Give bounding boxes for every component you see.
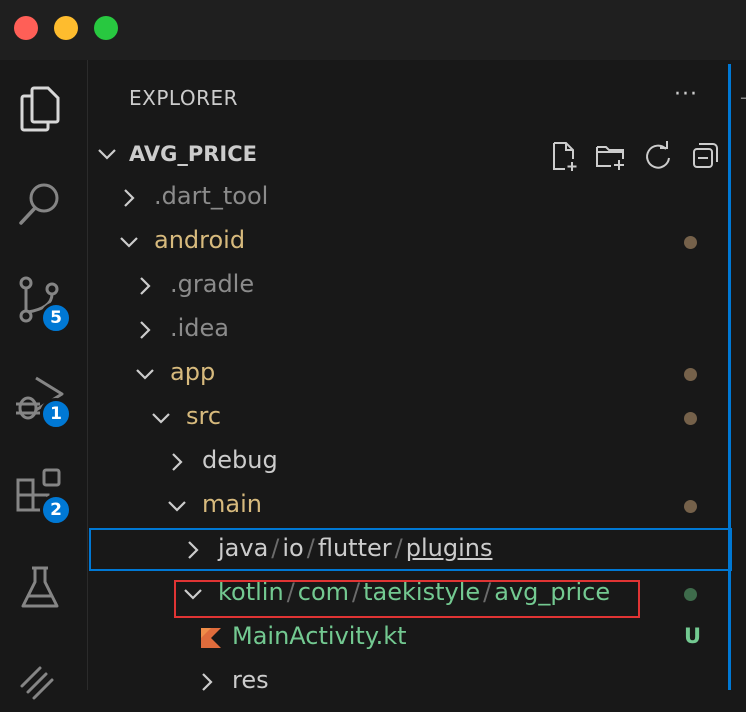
folder-row[interactable]: main <box>88 484 728 528</box>
search-button[interactable] <box>14 178 66 230</box>
refresh-icon[interactable] <box>642 140 674 172</box>
tree-item-label: .gradle <box>170 270 255 298</box>
folder-row[interactable]: .dart_tool <box>88 176 728 220</box>
more-actions-button[interactable]: ··· <box>674 82 698 107</box>
editor-tab-edge: ⇥ <box>740 88 746 109</box>
run-debug-badge: 1 <box>40 398 72 430</box>
workspace-root-row[interactable]: AVG_PRICE <box>88 132 728 176</box>
tree-item-label: .dart_tool <box>154 182 269 210</box>
search-icon <box>19 183 59 225</box>
chevron-right-icon <box>196 670 218 694</box>
tree-item-label: debug <box>202 446 278 474</box>
folder-row[interactable]: app <box>88 352 728 396</box>
git-status-dot <box>684 236 697 249</box>
new-folder-icon[interactable] <box>594 140 626 172</box>
git-status-dot <box>684 368 697 381</box>
chevron-down-icon <box>96 142 118 166</box>
chevron-down-icon <box>166 494 188 518</box>
highlight-annotation <box>174 580 640 618</box>
git-status-dot <box>684 500 697 513</box>
tree-item-label: MainActivity.kt <box>232 622 407 650</box>
workspace-root-label: AVG_PRICE <box>129 142 257 166</box>
explorer-title: EXPLORER <box>129 86 238 110</box>
title-bar <box>0 0 746 60</box>
focus-outline <box>89 528 732 571</box>
remote-icon <box>20 666 54 700</box>
chevron-right-icon <box>118 186 140 210</box>
chevron-down-icon <box>150 406 172 430</box>
git-status-dot <box>684 588 697 601</box>
tree-item-label: android <box>154 226 246 254</box>
tree-item-label: main <box>202 490 262 518</box>
close-window-button[interactable] <box>14 16 38 40</box>
collapse-all-icon[interactable] <box>690 140 722 172</box>
folder-row[interactable]: android <box>88 220 728 264</box>
beaker-icon <box>21 566 59 608</box>
testing-button[interactable] <box>14 562 66 614</box>
source-control-badge: 5 <box>40 302 72 334</box>
kotlin-file-icon <box>200 626 222 650</box>
files-icon <box>20 86 60 132</box>
scrollbar[interactable] <box>728 64 731 690</box>
tree-item-label: src <box>186 402 222 430</box>
folder-row[interactable]: .idea <box>88 308 728 352</box>
chevron-down-icon <box>118 230 140 254</box>
folder-row[interactable]: .gradle <box>88 264 728 308</box>
folder-row[interactable]: debug <box>88 440 728 484</box>
file-row[interactable]: MainActivity.kt U <box>88 616 728 660</box>
tree-item-label: .idea <box>170 314 230 342</box>
chevron-right-icon <box>166 450 188 474</box>
zoom-window-button[interactable] <box>94 16 118 40</box>
git-status-untracked: U <box>684 624 702 648</box>
remote-button[interactable] <box>14 656 66 708</box>
explorer-panel: EXPLORER ··· AVG_PRICE .dart_toolandroid… <box>88 60 746 694</box>
folder-row[interactable]: src <box>88 396 728 440</box>
new-file-icon[interactable] <box>548 140 580 172</box>
git-status-dot <box>684 412 697 425</box>
chevron-right-icon <box>134 274 156 298</box>
minimize-window-button[interactable] <box>54 16 78 40</box>
explorer-button[interactable] <box>14 82 66 134</box>
activity-bar: 5 1 2 <box>0 60 88 700</box>
chevron-right-icon <box>134 318 156 342</box>
folder-row[interactable]: res <box>88 660 728 704</box>
extensions-badge: 2 <box>40 494 72 526</box>
chevron-down-icon <box>134 362 156 386</box>
tree-item-label: app <box>170 358 216 386</box>
